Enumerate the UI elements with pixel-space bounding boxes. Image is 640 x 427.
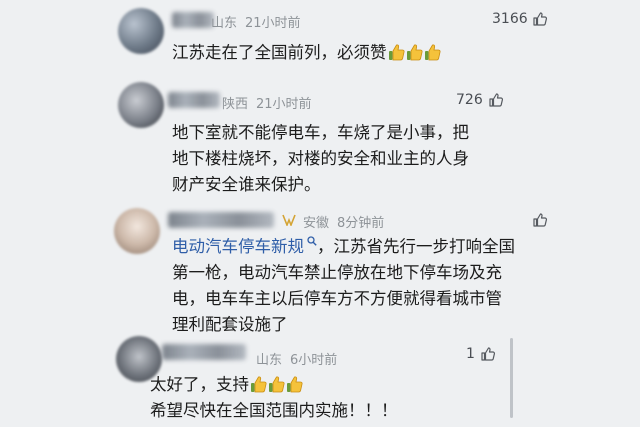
comment-location: 安徽 (303, 216, 330, 231)
comment-location: 陕西 (222, 97, 249, 112)
comment-time: 8分钟前 (337, 216, 385, 231)
comment-time: 6小时前 (290, 353, 338, 368)
thumbs-up-emoji (406, 43, 423, 61)
comment-line: 太好了，支持 (150, 375, 249, 394)
search-icon[interactable] (307, 236, 317, 246)
avatar[interactable] (114, 208, 160, 254)
like-count: 726 (456, 92, 483, 108)
comment-text: 电动汽车停车新规 ，江苏省先行一步打响全国 第一枪，电动汽车禁止停放在地下停车场及… (172, 234, 515, 338)
comment-line: 希望尽快在全国范围内实施！！！ (150, 401, 398, 420)
username-blurred[interactable] (162, 344, 246, 360)
comment-text: 地下室就不能停电车，车烧了是小事，把 地下楼柱烧坏，对楼的安全和业主的人身 财产… (172, 120, 469, 198)
comment-line: 地下室就不能停电车，车烧了是小事，把 (172, 123, 469, 142)
medal-badge-icon (282, 214, 296, 226)
comment-line: 江苏走在了全国前列，必须赞 (172, 43, 387, 62)
comment-location: 山东 (256, 353, 283, 368)
thumbs-up-emoji (424, 43, 441, 61)
comment-time: 21小时前 (245, 16, 301, 31)
comment-time: 21小时前 (256, 97, 312, 112)
scrollbar[interactable] (510, 338, 513, 418)
thumbs-up-emoji (388, 43, 405, 61)
avatar[interactable] (118, 82, 164, 128)
comment-line: 财产安全谁来保护。 (172, 175, 321, 194)
thumbs-up-icon[interactable] (532, 212, 548, 228)
thumbs-up-emoji (268, 375, 285, 393)
thumbs-up-icon[interactable] (532, 11, 548, 27)
like-count: 1 (466, 346, 475, 362)
like-count: 3166 (492, 11, 528, 27)
topic-link[interactable]: 电动汽车停车新规 (172, 237, 304, 256)
username-blurred[interactable] (172, 12, 214, 28)
comment-line: 地下楼柱烧坏，对楼的安全和业主的人身 (172, 149, 469, 168)
comment-line: 第一枪，电动汽车禁止停放在地下停车场及充 (172, 263, 502, 282)
thumbs-up-icon[interactable] (488, 92, 504, 108)
avatar[interactable] (118, 8, 164, 54)
comment-text: 太好了，支持 希望尽快在全国范围内实施！！！ (150, 372, 398, 424)
thumbs-up-icon[interactable] (480, 346, 496, 362)
comment-line: 理利配套设施了 (172, 315, 288, 334)
comment-location: 山东 (211, 16, 238, 31)
thumbs-up-emoji (286, 375, 303, 393)
comment-text: 江苏走在了全国前列，必须赞 (172, 40, 441, 66)
username-blurred[interactable] (168, 92, 220, 108)
username-blurred[interactable] (168, 212, 274, 228)
comment-line: 电，电车车主以后停车方不方便就得看城市管 (172, 289, 502, 308)
thumbs-up-emoji (250, 375, 267, 393)
comment-line: ，江苏省先行一步打响全国 (317, 237, 515, 256)
